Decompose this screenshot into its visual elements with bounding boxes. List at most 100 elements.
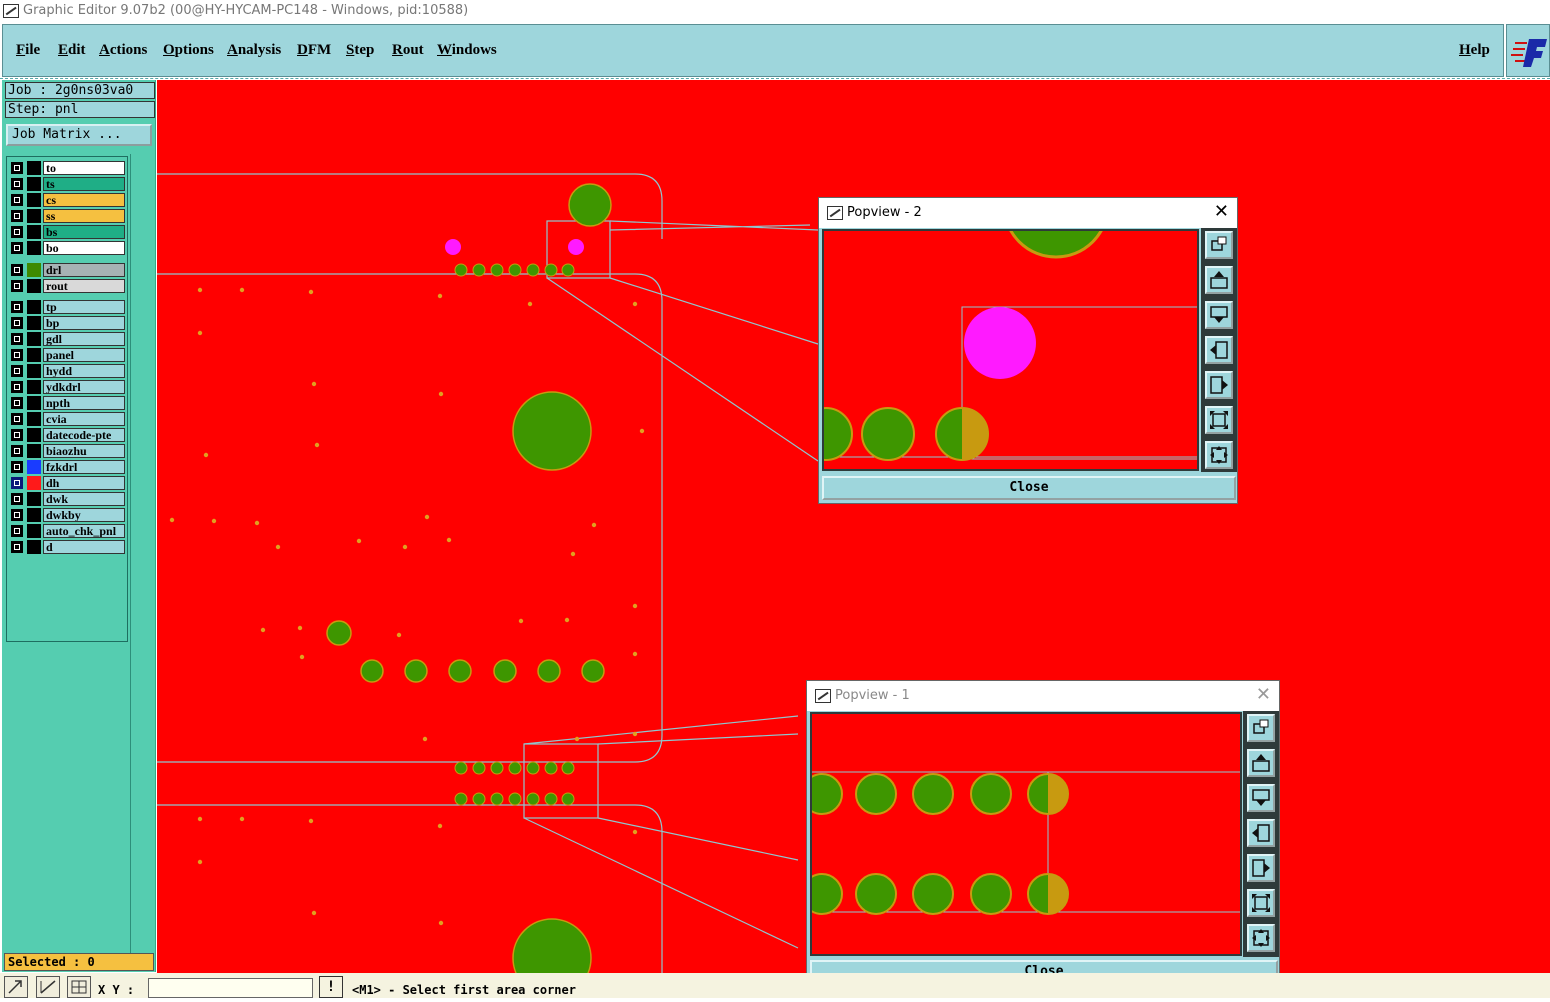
- select-mode-icon[interactable]: [4, 976, 28, 998]
- menu-actions[interactable]: Actions: [99, 42, 147, 59]
- layer-name[interactable]: bp: [43, 316, 125, 330]
- layer-name[interactable]: dwk: [43, 492, 125, 506]
- menu-analysis[interactable]: Analysis: [227, 42, 281, 59]
- close-icon[interactable]: ✕: [1214, 202, 1229, 222]
- layer-checkbox[interactable]: [11, 226, 23, 238]
- layer-name[interactable]: dwkby: [43, 508, 125, 522]
- layer-checkbox[interactable]: [11, 178, 23, 190]
- layer-row-auto_chk_pnl[interactable]: auto_chk_pnl: [9, 524, 127, 538]
- layer-row-d[interactable]: d: [9, 540, 127, 554]
- menu-rout[interactable]: Rout: [392, 42, 424, 59]
- layer-list-scrollbar[interactable]: [130, 154, 155, 954]
- job-matrix-button[interactable]: Job Matrix ...: [6, 124, 152, 146]
- layer-row-bp[interactable]: bp: [9, 316, 127, 330]
- layer-name[interactable]: ts: [43, 177, 125, 191]
- layer-row-dwkby[interactable]: dwkby: [9, 508, 127, 522]
- layer-row-dwk[interactable]: dwk: [9, 492, 127, 506]
- layer-checkbox[interactable]: [11, 493, 23, 505]
- layer-row-ydkdrl[interactable]: ydkdrl: [9, 380, 127, 394]
- layer-name[interactable]: auto_chk_pnl: [43, 524, 125, 538]
- layer-name[interactable]: rout: [43, 279, 125, 293]
- layer-name[interactable]: cvia: [43, 412, 125, 426]
- layer-row-cvia[interactable]: cvia: [9, 412, 127, 426]
- layer-checkbox[interactable]: [11, 317, 23, 329]
- layer-row-datecode-pte[interactable]: datecode-pte: [9, 428, 127, 442]
- grid-icon[interactable]: [67, 976, 91, 998]
- layer-name[interactable]: gdl: [43, 332, 125, 346]
- zoom-out-icon[interactable]: [1247, 924, 1275, 952]
- layer-checkbox[interactable]: [11, 541, 23, 553]
- popview-1-view[interactable]: [810, 712, 1242, 956]
- layer-checkbox[interactable]: [11, 210, 23, 222]
- layer-row-drl[interactable]: drl: [9, 263, 127, 277]
- pan-right-icon[interactable]: [1247, 854, 1275, 882]
- menu-step[interactable]: Step: [346, 42, 374, 59]
- layer-name[interactable]: cs: [43, 193, 125, 207]
- menu-windows[interactable]: Windows: [437, 42, 497, 59]
- layer-checkbox[interactable]: [11, 264, 23, 276]
- layer-row-bo[interactable]: bo: [9, 241, 127, 255]
- layer-row-fzkdrl[interactable]: fzkdrl: [9, 460, 127, 474]
- layer-row-biaozhu[interactable]: biaozhu: [9, 444, 127, 458]
- layer-checkbox[interactable]: [11, 333, 23, 345]
- layer-name[interactable]: fzkdrl: [43, 460, 125, 474]
- zoom-window-icon[interactable]: [1247, 714, 1275, 742]
- layer-name[interactable]: ss: [43, 209, 125, 223]
- layer-checkbox[interactable]: [11, 445, 23, 457]
- layer-row-ss[interactable]: ss: [9, 209, 127, 223]
- layer-checkbox[interactable]: [11, 381, 23, 393]
- layer-name[interactable]: dh: [43, 476, 125, 490]
- layer-name[interactable]: tp: [43, 300, 125, 314]
- layer-name[interactable]: drl: [43, 263, 125, 277]
- layer-row-npth[interactable]: npth: [9, 396, 127, 410]
- layer-checkbox[interactable]: [11, 194, 23, 206]
- menu-help[interactable]: Help: [1459, 42, 1490, 59]
- layer-checkbox[interactable]: [11, 301, 23, 313]
- layer-row-tp[interactable]: tp: [9, 300, 127, 314]
- menu-options[interactable]: Options: [163, 42, 214, 59]
- layer-checkbox[interactable]: [11, 509, 23, 521]
- layer-row-to[interactable]: to: [9, 161, 127, 175]
- layer-checkbox[interactable]: [11, 242, 23, 254]
- pan-right-icon[interactable]: [1205, 371, 1233, 399]
- layer-row-ts[interactable]: ts: [9, 177, 127, 191]
- xy-coordinate-input[interactable]: [148, 978, 313, 998]
- pan-left-icon[interactable]: [1247, 819, 1275, 847]
- layer-row-cs[interactable]: cs: [9, 193, 127, 207]
- layer-checkbox[interactable]: [11, 477, 23, 489]
- layer-checkbox[interactable]: [11, 397, 23, 409]
- layer-name[interactable]: npth: [43, 396, 125, 410]
- measure-icon[interactable]: [36, 976, 60, 998]
- layer-name[interactable]: bs: [43, 225, 125, 239]
- popview-2-view[interactable]: [822, 229, 1199, 471]
- popview-2-close-button[interactable]: Close: [822, 476, 1236, 500]
- layer-name[interactable]: datecode-pte: [43, 428, 125, 442]
- layer-checkbox[interactable]: [11, 429, 23, 441]
- menu-dfm[interactable]: DFM: [297, 42, 331, 59]
- menu-file[interactable]: File: [16, 42, 40, 59]
- pan-up-icon[interactable]: [1205, 266, 1233, 294]
- layer-checkbox[interactable]: [11, 413, 23, 425]
- layer-name[interactable]: ydkdrl: [43, 380, 125, 394]
- layer-checkbox[interactable]: [11, 525, 23, 537]
- layer-name[interactable]: hydd: [43, 364, 125, 378]
- layer-checkbox[interactable]: [11, 162, 23, 174]
- layer-name[interactable]: d: [43, 540, 125, 554]
- layer-name[interactable]: biaozhu: [43, 444, 125, 458]
- layer-name[interactable]: to: [43, 161, 125, 175]
- pan-down-icon[interactable]: [1205, 301, 1233, 329]
- layer-row-hydd[interactable]: hydd: [9, 364, 127, 378]
- layer-row-dh[interactable]: dh: [9, 476, 127, 490]
- pan-up-icon[interactable]: [1247, 749, 1275, 777]
- zoom-in-icon[interactable]: [1205, 406, 1233, 434]
- menu-edit[interactable]: Edit: [58, 42, 86, 59]
- layer-name[interactable]: panel: [43, 348, 125, 362]
- pan-down-icon[interactable]: [1247, 784, 1275, 812]
- layer-checkbox[interactable]: [11, 280, 23, 292]
- layer-row-bs[interactable]: bs: [9, 225, 127, 239]
- layer-row-rout[interactable]: rout: [9, 279, 127, 293]
- pan-left-icon[interactable]: [1205, 336, 1233, 364]
- zoom-out-icon[interactable]: [1205, 441, 1233, 469]
- zoom-window-icon[interactable]: [1205, 231, 1233, 259]
- zoom-in-icon[interactable]: [1247, 889, 1275, 917]
